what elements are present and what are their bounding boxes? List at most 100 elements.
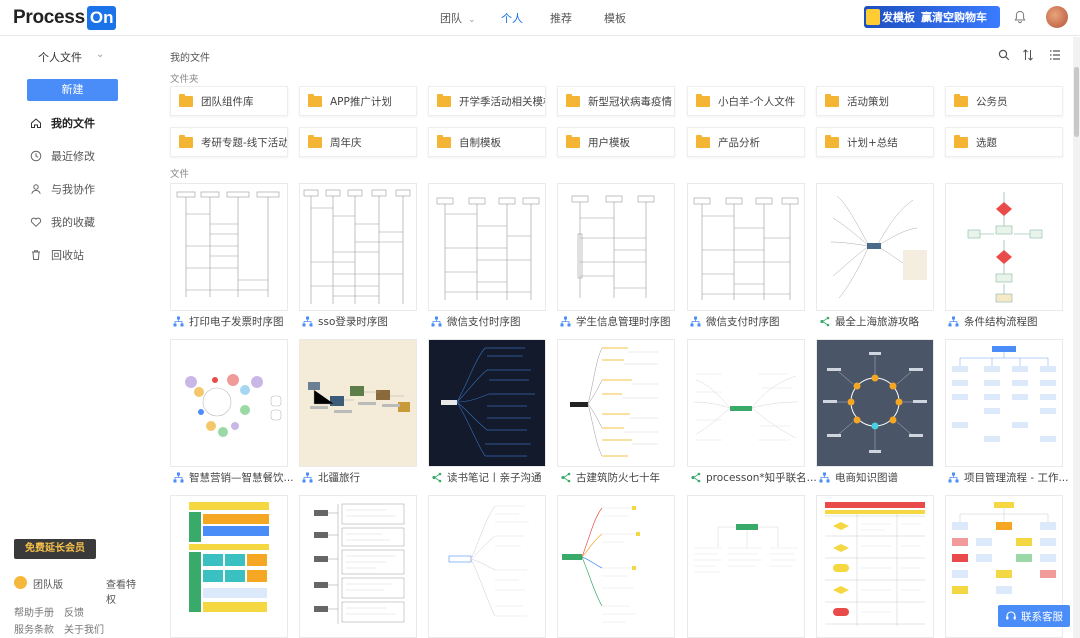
folder-item[interactable]: 开学季活动相关模板 xyxy=(428,86,546,116)
main-content: 我的文件 文件夹 团队组件库 APP推广计划 开学季活动相关模板 新型冠状病毒疫… xyxy=(170,37,1070,638)
list-view-icon[interactable] xyxy=(1049,49,1061,61)
sidebar-item-my-files[interactable]: 我的文件 xyxy=(30,114,95,132)
file-thumbnail xyxy=(429,496,545,637)
files-section-label: 文件 xyxy=(170,169,190,180)
file-caption[interactable]: 读书笔记丨亲子沟通 xyxy=(431,470,561,484)
folder-item[interactable]: 团队组件库 xyxy=(170,86,288,116)
file-card[interactable] xyxy=(557,183,675,311)
nav-templates[interactable]: 模板 xyxy=(604,10,626,26)
sidebar-item-recent[interactable]: 最近修改 xyxy=(30,147,95,165)
file-card[interactable] xyxy=(299,183,417,311)
file-card[interactable] xyxy=(816,183,934,311)
folder-item[interactable]: 周年庆 xyxy=(299,127,417,157)
file-card[interactable] xyxy=(945,339,1063,467)
sidebar-item-trash[interactable]: 回收站 xyxy=(30,246,84,264)
terms-link[interactable]: 服务条款 xyxy=(14,621,54,636)
about-link[interactable]: 关于我们 xyxy=(64,621,104,636)
file-name: 学生信息管理时序图 xyxy=(576,315,671,328)
folder-item[interactable]: 计划+总结 xyxy=(816,127,934,157)
file-thumbnail xyxy=(429,184,545,310)
nav-personal[interactable]: 个人 xyxy=(501,10,523,26)
new-button[interactable]: 新建 xyxy=(27,79,118,101)
file-card[interactable] xyxy=(428,339,546,467)
sort-icon[interactable] xyxy=(1022,49,1034,61)
logo-text: Process xyxy=(13,7,85,28)
file-caption[interactable]: 项目管理流程 - 工作... xyxy=(948,470,1078,484)
file-caption[interactable]: processon*知乎联名... xyxy=(690,470,820,484)
search-icon[interactable] xyxy=(998,49,1010,61)
gift-icon xyxy=(866,9,880,25)
file-caption[interactable]: 智慧营销—智慧餐饮... xyxy=(173,470,303,484)
file-card[interactable] xyxy=(428,183,546,311)
file-caption[interactable]: 北疆旅行 xyxy=(302,470,432,484)
folder-item[interactable]: 用户模板 xyxy=(557,127,675,157)
file-card[interactable] xyxy=(816,495,934,638)
file-card[interactable] xyxy=(945,183,1063,311)
file-caption[interactable]: 微信支付时序图 xyxy=(431,314,561,328)
file-thumbnail xyxy=(300,184,416,310)
sidebar-title-label: 个人文件 xyxy=(38,51,82,64)
file-card[interactable] xyxy=(428,495,546,638)
breadcrumb: 我的文件 xyxy=(170,53,210,64)
folder-item[interactable]: 产品分析 xyxy=(687,127,805,157)
scrollbar-thumb[interactable] xyxy=(1074,67,1079,137)
vip-extend-button[interactable]: 免费延长会员 xyxy=(14,539,96,559)
file-card[interactable] xyxy=(299,495,417,638)
file-caption[interactable]: 条件结构流程图 xyxy=(948,314,1078,328)
file-card[interactable] xyxy=(170,183,288,311)
feedback-link[interactable]: 反馈 xyxy=(64,604,84,619)
view-privileges-link[interactable]: 查看特权 xyxy=(106,576,139,606)
file-thumbnail xyxy=(558,340,674,466)
page-scrollbar[interactable] xyxy=(1073,37,1080,638)
file-card[interactable] xyxy=(816,339,934,467)
sidebar-item-shared[interactable]: 与我协作 xyxy=(30,180,95,198)
folder-item[interactable]: APP推广计划 xyxy=(299,86,417,116)
sidebar-title[interactable]: 个人文件 ⌄ xyxy=(38,49,104,65)
folder-item[interactable]: 公务员 xyxy=(945,86,1063,116)
file-thumbnail xyxy=(688,496,804,637)
contact-service-button[interactable]: 联系客服 xyxy=(998,605,1070,627)
folder-item[interactable]: 选题 xyxy=(945,127,1063,157)
file-card[interactable] xyxy=(687,495,805,638)
folder-item[interactable]: 考研专题-线下活动 xyxy=(170,127,288,157)
flowchart-icon xyxy=(819,472,830,482)
file-card[interactable] xyxy=(299,339,417,467)
file-card[interactable] xyxy=(170,339,288,467)
file-thumbnail xyxy=(171,496,287,637)
file-caption[interactable]: 打印电子发票时序图 xyxy=(173,314,303,328)
folder-label: APP推广计划 xyxy=(330,95,392,108)
bell-icon[interactable] xyxy=(1013,10,1027,24)
promo-banner[interactable]: 发模板 赢清空购物车 xyxy=(864,6,1000,28)
contact-service-label: 联系客服 xyxy=(1021,610,1063,623)
file-card[interactable] xyxy=(687,339,805,467)
processon-logo[interactable]: Process On xyxy=(13,6,117,30)
file-caption[interactable]: 微信支付时序图 xyxy=(690,314,820,328)
folder-icon xyxy=(696,93,710,107)
file-caption[interactable]: 古建筑防火七十年 xyxy=(560,470,690,484)
nav-team[interactable]: 团队 ⌄ xyxy=(440,10,476,26)
mindmap-icon xyxy=(561,472,571,482)
folder-item[interactable]: 小白羊-个人文件 xyxy=(687,86,805,116)
folder-item[interactable]: 新型冠状病毒疫情 xyxy=(557,86,675,116)
nav-recommend[interactable]: 推荐 xyxy=(550,10,572,26)
file-caption[interactable]: 最全上海旅游攻略 xyxy=(819,314,949,328)
file-caption[interactable]: sso登录时序图 xyxy=(302,314,432,328)
folder-icon xyxy=(308,93,322,107)
flowchart-icon xyxy=(302,472,313,482)
folder-icon xyxy=(179,134,193,148)
folder-item[interactable]: 自制模板 xyxy=(428,127,546,157)
folder-item[interactable]: 活动策划 xyxy=(816,86,934,116)
file-name: 古建筑防火七十年 xyxy=(576,471,660,484)
file-caption[interactable]: 电商知识图谱 xyxy=(819,470,949,484)
user-avatar[interactable] xyxy=(1046,6,1068,28)
file-card[interactable] xyxy=(557,495,675,638)
folder-icon xyxy=(825,93,839,107)
file-card[interactable] xyxy=(557,339,675,467)
file-card[interactable] xyxy=(687,183,805,311)
file-card[interactable] xyxy=(170,495,288,638)
help-link[interactable]: 帮助手册 xyxy=(14,604,54,619)
file-caption[interactable]: 学生信息管理时序图 xyxy=(560,314,690,328)
sidebar-item-favorites[interactable]: 我的收藏 xyxy=(30,213,95,231)
mindmap-icon xyxy=(691,472,701,482)
file-thumbnail xyxy=(300,496,416,637)
